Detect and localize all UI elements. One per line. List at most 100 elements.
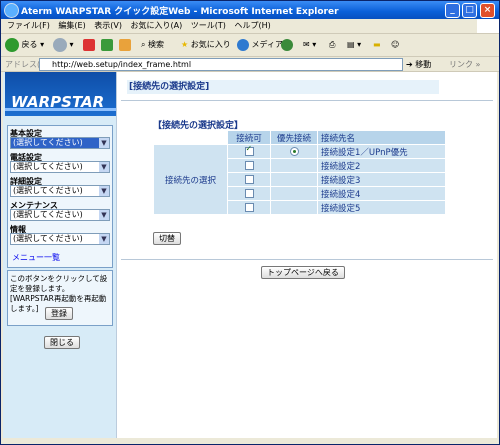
stop-icon [83, 38, 95, 51]
back-button[interactable]: 戻る ▾ [5, 37, 44, 53]
enabled-cell [228, 201, 270, 214]
refresh-icon [101, 38, 113, 51]
search-button[interactable]: ⌕ 検索 [141, 37, 164, 53]
connection-name-1: 接続設定1／UPnP優先 [318, 145, 445, 158]
priority-cell [271, 187, 317, 200]
go-button[interactable]: ➔ 移動 [406, 59, 431, 70]
maintenance-select[interactable]: (選択してください) ▼ [10, 209, 110, 221]
print-icon: ⎙ [329, 40, 336, 49]
connection-name-3: 接続設定3 [318, 173, 445, 186]
browser-window: Aterm WARPSTAR クイック設定Web - Microsoft Int… [0, 0, 500, 445]
status-bar [1, 438, 499, 444]
priority-cell [271, 145, 317, 158]
menu-favorites[interactable]: お気に入り(A) [131, 19, 183, 33]
links-button[interactable]: リンク » [449, 59, 480, 70]
phone-settings-select[interactable]: (選択してください) ▼ [10, 161, 110, 173]
search-icon: ⌕ [141, 40, 146, 49]
divider-bottom [121, 259, 493, 260]
col-enabled-header: 接続可 [228, 131, 270, 144]
mail-icon: ✉ [303, 40, 310, 49]
maintenance-selected-value: (選択してください) [13, 210, 83, 219]
enabled-checkbox-4[interactable] [244, 188, 254, 198]
left-frame: WARPSTAR 基本設定 (選択してください) ▼ 電話設定 (選択してくださ… [3, 72, 117, 438]
address-input[interactable]: http://web.setup/index_frame.html [39, 58, 403, 71]
priority-cell [271, 201, 317, 214]
media-label: メディア [251, 40, 283, 49]
close-button[interactable]: 閉じる [44, 336, 80, 349]
register-button[interactable]: 登録 [45, 307, 73, 320]
media-icon [237, 38, 249, 51]
info-selected-value: (選択してください) [13, 234, 83, 243]
messenger-button[interactable]: ☺ [391, 37, 399, 53]
back-label: 戻る [21, 40, 38, 49]
chevron-down-icon: ▼ [99, 210, 109, 220]
enabled-checkbox-2[interactable] [244, 160, 254, 170]
table-corner [154, 131, 227, 144]
favorites-label: お気に入り [190, 40, 231, 49]
menu-help[interactable]: ヘルプ(H) [234, 19, 270, 33]
discuss-button[interactable]: ▬ [373, 37, 381, 53]
table-header-row: 接続可 優先接続 接続先名 [154, 131, 445, 144]
toolbar: 戻る ▾ ▾ ⌕ 検索 ★ お気に入り メディア ✉ ▾ ⎙ ▤ ▾ ▬ ☺ [1, 34, 499, 57]
logo-swoosh [5, 108, 116, 111]
connection-name-2: 接続設定2 [318, 159, 445, 172]
top-page-button[interactable]: トップページへ戻る [261, 266, 345, 279]
switch-button[interactable]: 切替 [153, 232, 181, 245]
forward-arrow-icon [53, 37, 67, 52]
address-bar: アドレス(D) http://web.setup/index_frame.htm… [1, 57, 499, 72]
home-button[interactable] [119, 37, 131, 53]
phone-selected-value: (選択してください) [13, 162, 83, 171]
menu-file[interactable]: ファイル(F) [7, 19, 50, 33]
warpstar-logo: WARPSTAR [5, 72, 116, 116]
enabled-checkbox-1[interactable] [244, 144, 254, 156]
search-label: 検索 [148, 40, 165, 49]
chevron-down-icon: ▼ [99, 234, 109, 244]
forward-button[interactable]: ▾ [53, 37, 74, 53]
chevron-down-icon: ▼ [99, 138, 109, 148]
menu-tools[interactable]: ツール(T) [191, 19, 226, 33]
maximize-button[interactable]: □ [462, 3, 477, 18]
main-frame: [接続先の選択設定] 【接続先の選択設定】 接続可 優先接続 接続先名 接続先の… [117, 72, 497, 438]
menu-list-link[interactable]: メニュー一覧 [12, 252, 60, 263]
detail-settings-select[interactable]: (選択してください) ▼ [10, 185, 110, 197]
col-priority-header: 優先接続 [271, 131, 317, 144]
edit-button[interactable]: ▤ ▾ [347, 37, 361, 53]
enabled-cell [228, 173, 270, 186]
basic-selected-value: (選択してください) [13, 138, 83, 147]
links-label: リンク [449, 60, 473, 69]
table-row: 接続先の選択 接続設定1／UPnP優先 [154, 144, 445, 214]
row-group-label: 接続先の選択 [154, 145, 227, 214]
menu-edit[interactable]: 編集(E) [58, 19, 85, 33]
chevron-down-icon: ▼ [99, 186, 109, 196]
history-icon [281, 38, 293, 51]
refresh-button[interactable] [101, 37, 113, 53]
title-bar: Aterm WARPSTAR クイック設定Web - Microsoft Int… [1, 1, 499, 19]
favorites-button[interactable]: ★ お気に入り [181, 37, 231, 53]
menu-bar: ファイル(F) 編集(E) 表示(V) お気に入り(A) ツール(T) ヘルプ(… [1, 19, 499, 34]
menu-view[interactable]: 表示(V) [94, 19, 122, 33]
info-select[interactable]: (選択してください) ▼ [10, 233, 110, 245]
enabled-checkbox-3[interactable] [244, 174, 254, 184]
home-icon [119, 38, 131, 51]
col-name-header: 接続先名 [318, 131, 445, 144]
detail-selected-value: (選択してください) [13, 186, 83, 195]
media-button[interactable]: メディア [237, 37, 283, 53]
print-button[interactable]: ⎙ [329, 37, 335, 53]
priority-radio-1[interactable] [289, 146, 299, 156]
stop-button[interactable] [83, 37, 95, 53]
go-label: 移動 [415, 60, 432, 69]
enabled-checkbox-5[interactable] [244, 202, 254, 212]
enabled-cell [228, 144, 270, 158]
close-window-button[interactable]: × [480, 3, 495, 18]
messenger-icon: ☺ [391, 40, 400, 49]
connection-name-4: 接続設定4 [318, 187, 445, 200]
page-title: [接続先の選択設定] [127, 80, 439, 94]
divider-top [121, 100, 493, 101]
folder-icon: ▬ [373, 40, 381, 49]
history-button[interactable] [281, 37, 293, 53]
basic-settings-select[interactable]: (選択してください) ▼ [10, 137, 110, 149]
mail-button[interactable]: ✉ ▾ [303, 37, 316, 53]
edit-icon: ▤ [347, 40, 355, 49]
minimize-button[interactable]: _ [445, 3, 460, 18]
star-icon: ★ [181, 40, 189, 49]
